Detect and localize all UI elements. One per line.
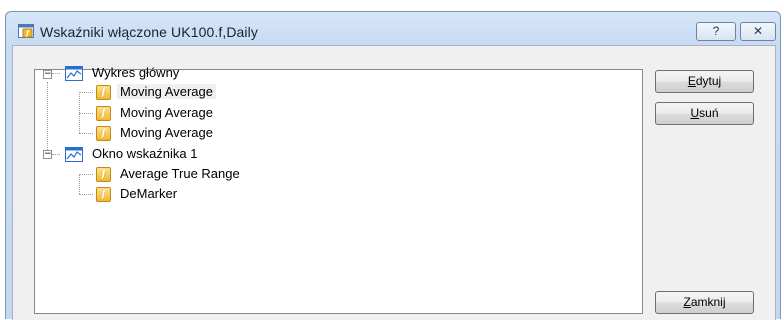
tree-group-indicator-window-1[interactable]: Okno wskaźnika 1: [89, 144, 201, 164]
close-button[interactable]: Zamknij: [655, 291, 754, 314]
tree-item-moving-average-1[interactable]: Moving Average: [117, 82, 216, 102]
tree-group-main-chart[interactable]: Wykres główny: [89, 63, 182, 83]
collapse-main-chart-toggle[interactable]: −: [43, 70, 52, 79]
close-mnemonic: Z: [683, 295, 691, 309]
window-title: Wskaźniki włączone UK100.f,Daily: [40, 24, 258, 40]
close-window-button[interactable]: ✕: [740, 22, 776, 41]
tree-branch-line: [79, 113, 93, 114]
tree-branch-line: [79, 133, 93, 134]
delete-mnemonic: U: [690, 106, 700, 120]
item-label: Moving Average: [120, 125, 213, 140]
indicator-icon: f: [96, 126, 111, 141]
tree-branch-line: [79, 92, 93, 93]
dialog-client-area: − Wykres główny f Moving Average f Movin…: [12, 45, 776, 320]
indicators-window-icon: f: [18, 24, 34, 38]
item-label: Moving Average: [120, 105, 213, 120]
item-label: DeMarker: [120, 186, 178, 201]
close-label: amknij: [690, 295, 726, 309]
tree-branch-line: [52, 73, 60, 74]
indicator-icon: f: [96, 167, 111, 182]
close-icon: ✕: [752, 24, 764, 38]
title-bar[interactable]: f Wskaźniki włączone UK100.f,Daily ? ✕: [6, 12, 780, 46]
group-label: Okno wskaźnika 1: [92, 146, 198, 161]
tree-item-moving-average-2[interactable]: Moving Average: [117, 103, 216, 123]
tree-item-demarker[interactable]: DeMarker: [117, 184, 180, 204]
tree-branch-line: [52, 154, 60, 155]
indicators-tree[interactable]: − Wykres główny f Moving Average f Movin…: [34, 65, 643, 314]
tree-branch-line: [79, 174, 93, 175]
edit-button[interactable]: Edytuj: [655, 70, 754, 93]
edit-label: dytuj: [695, 74, 722, 88]
indicator-icon: f: [96, 85, 111, 100]
group-label: Wykres główny: [92, 65, 180, 80]
tree-item-moving-average-3[interactable]: Moving Average: [117, 123, 216, 143]
indicators-dialog: f Wskaźniki włączone UK100.f,Daily ? ✕ −: [5, 11, 781, 320]
collapse-icon: −: [44, 149, 52, 159]
chart-window-icon: [65, 66, 83, 81]
tree-root-line: [47, 82, 48, 158]
tree-item-average-true-range[interactable]: Average True Range: [117, 164, 243, 184]
item-label: Moving Average: [117, 84, 216, 99]
help-button[interactable]: ?: [696, 22, 736, 41]
indicator-icon: f: [96, 187, 111, 202]
indicator-icon: f: [96, 106, 111, 121]
help-icon: ?: [712, 24, 720, 38]
collapse-icon: −: [44, 69, 52, 79]
chart-window-icon: [65, 147, 83, 162]
edit-mnemonic: E: [687, 74, 696, 88]
collapse-indicator-window-toggle[interactable]: −: [43, 150, 52, 159]
delete-label: suń: [699, 106, 719, 120]
delete-button[interactable]: Usuń: [655, 102, 754, 125]
tree-branch-line: [79, 194, 93, 195]
tree-group2-line: [79, 174, 80, 194]
item-label: Average True Range: [120, 166, 240, 181]
